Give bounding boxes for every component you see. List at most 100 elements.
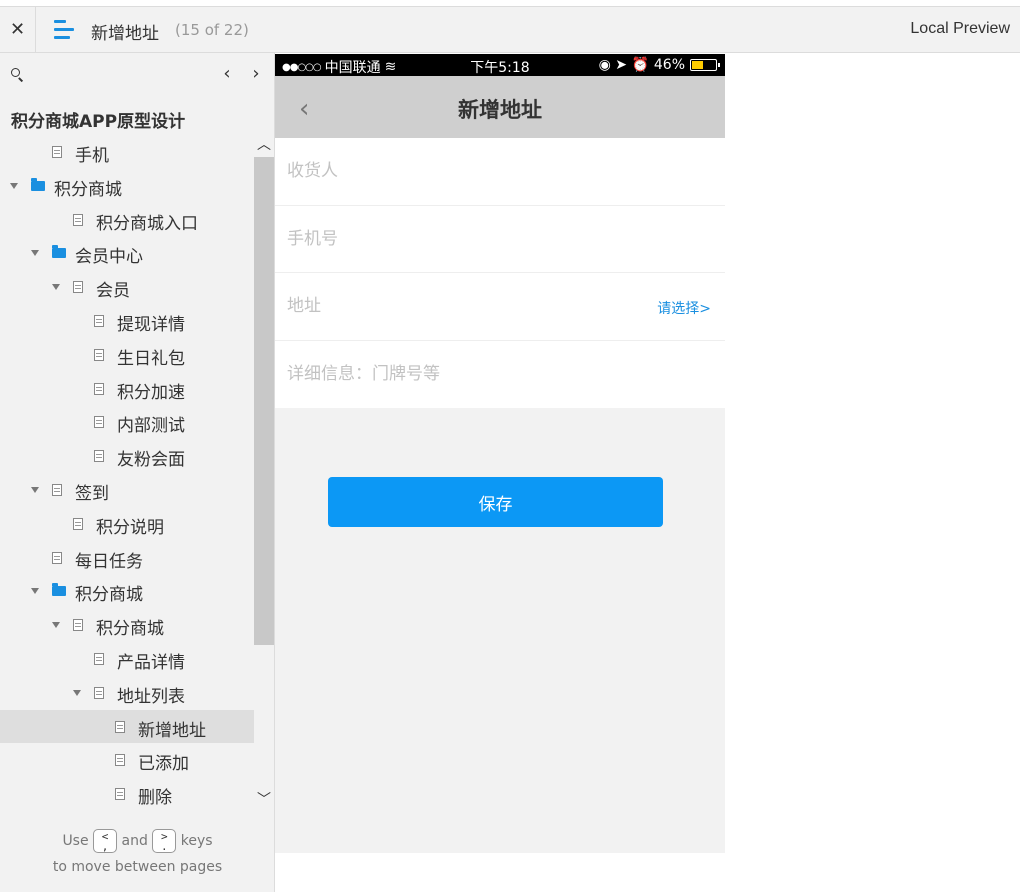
page-icon xyxy=(94,314,104,327)
page-icon xyxy=(115,754,125,767)
caret-down-icon[interactable] xyxy=(31,486,39,493)
sidebar-tree-item[interactable]: 已添加 xyxy=(0,743,254,777)
tree-item-label: 新增地址 xyxy=(138,720,206,741)
phone-input[interactable] xyxy=(275,205,725,272)
address-form: 请选择> xyxy=(275,138,725,408)
next-page-button[interactable]: › xyxy=(248,63,264,84)
page-icon xyxy=(94,382,104,395)
tree-item-label: 产品详情 xyxy=(117,652,185,673)
screen-title: 新增地址 xyxy=(458,98,542,122)
sidebar-scrollbar[interactable]: ︿ ﹀ xyxy=(254,135,274,813)
page-icon xyxy=(94,348,104,361)
caret-down-icon[interactable] xyxy=(52,284,60,291)
scroll-thumb[interactable] xyxy=(254,157,274,645)
close-icon: ✕ xyxy=(9,19,26,40)
sidebar-tree-item[interactable]: 提现详情 xyxy=(0,304,254,338)
save-button[interactable]: 保存 xyxy=(328,477,663,527)
page-icon xyxy=(115,788,125,801)
caret-down-icon[interactable] xyxy=(10,182,18,189)
caret-down-icon[interactable] xyxy=(31,250,39,257)
status-icons: ◉ ➤ ⏰ xyxy=(598,57,649,73)
prev-page-button[interactable]: ‹ xyxy=(219,63,235,84)
detail-row xyxy=(275,340,725,408)
local-preview-label: Local Preview xyxy=(910,20,1010,37)
page-count: (15 of 22) xyxy=(175,21,249,39)
hint-use: Use xyxy=(62,833,89,849)
sidebar-tree-item[interactable]: 内部测试 xyxy=(0,405,254,439)
sidebar-tree-item[interactable]: 积分商城 xyxy=(0,574,254,608)
sidebar-tree-item[interactable]: 积分商城 xyxy=(0,169,254,203)
tree-item-label: 手机 xyxy=(75,146,109,166)
tree-item-label: 生日礼包 xyxy=(117,348,185,369)
sidebar-tree-item[interactable]: 签到 xyxy=(0,473,254,507)
sidebar-tree-item[interactable]: 积分商城入口 xyxy=(0,203,254,237)
page-icon xyxy=(73,619,83,632)
sidebar-tree-item[interactable]: 删除 xyxy=(0,777,254,811)
sidebar-tree-item[interactable]: 积分商城 xyxy=(0,608,254,642)
sidebar-tree-item[interactable]: 积分加速 xyxy=(0,372,254,406)
caret-down-icon[interactable] xyxy=(31,588,39,595)
scroll-up-icon[interactable]: ︿ xyxy=(254,135,274,155)
tree-item-label: 会员中心 xyxy=(75,247,143,268)
page-icon xyxy=(94,686,104,699)
page-icon xyxy=(115,720,125,733)
tree-item-label: 内部测试 xyxy=(117,416,185,437)
page-icon xyxy=(94,450,104,463)
sidebar-tree-item[interactable]: 新增地址 xyxy=(0,709,254,744)
select-region-link[interactable]: 请选择> xyxy=(657,298,711,318)
address-row: 请选择> xyxy=(275,273,725,341)
tree-item-label: 签到 xyxy=(75,483,109,504)
close-button[interactable]: ✕ xyxy=(0,7,36,52)
page-icon xyxy=(73,517,83,530)
hint-keys: keys xyxy=(180,833,213,849)
tree-item-label: 积分商城入口 xyxy=(96,213,198,234)
top-bar: ✕ 新增地址 (15 of 22) Local Preview xyxy=(0,6,1020,53)
hint-line2: to move between pages xyxy=(52,859,223,875)
detail-input[interactable] xyxy=(275,340,725,408)
page-icon xyxy=(52,551,62,564)
phone-preview: ●●○○○ 中国联通 ≋ 下午5:18 ◉ ➤ ⏰ 46% ‹ 新增地址 请选择… xyxy=(275,54,725,853)
page-icon xyxy=(52,146,62,158)
tree-item-label: 友粉会面 xyxy=(117,450,185,471)
tree-item-label: 积分商城 xyxy=(96,619,164,640)
caret-down-icon[interactable] xyxy=(73,689,81,696)
sitemap-sidebar: ‹ › 积分商城APP原型设计 手机 积分商城 积分商城入口 会员中心 会员 提现详情 生日… xyxy=(0,53,275,892)
recipient-row xyxy=(275,138,725,206)
sidebar-tree-item[interactable]: 每日任务 xyxy=(0,541,254,575)
tree-item-label: 每日任务 xyxy=(75,551,143,572)
scroll-down-icon[interactable]: ﹀ xyxy=(254,790,274,810)
sidebar-tree-item[interactable]: 友粉会面 xyxy=(0,439,254,473)
tree-item-label: 积分商城 xyxy=(54,179,122,200)
tree-item-label: 积分说明 xyxy=(96,517,164,538)
folder-icon xyxy=(31,177,45,191)
tree-item-label: 已添加 xyxy=(138,754,189,775)
recipient-input[interactable] xyxy=(275,138,725,205)
sidebar-tree-item[interactable]: 生日礼包 xyxy=(0,338,254,372)
page-icon xyxy=(73,281,83,294)
page-icon xyxy=(52,483,62,496)
comma-key: <, xyxy=(93,829,118,853)
folder-icon xyxy=(52,583,66,597)
battery-icon xyxy=(690,59,720,71)
caret-down-icon[interactable] xyxy=(52,622,60,629)
hint-and: and xyxy=(121,833,148,849)
sidebar-tree-item[interactable]: 积分说明 xyxy=(0,507,254,541)
sidebar-tree-item[interactable]: 地址列表 xyxy=(0,676,254,710)
search-icon[interactable] xyxy=(10,67,26,83)
period-key: >. xyxy=(152,829,177,853)
tree-item-label: 积分加速 xyxy=(117,382,185,403)
sitemap-tree: 手机 积分商城 积分商城入口 会员中心 会员 提现详情 生日礼包 积分加速 内部测试 友粉会面 签到… xyxy=(0,135,254,811)
folder-icon xyxy=(52,245,66,259)
sidebar-tree-item[interactable]: 会员 xyxy=(0,270,254,304)
sidebar-tree-item[interactable]: 会员中心 xyxy=(0,236,254,270)
sidebar-tree-item[interactable]: 产品详情 xyxy=(0,642,254,676)
page-icon xyxy=(94,416,104,429)
sitemap-menu-icon[interactable] xyxy=(44,7,84,52)
tree-item-label: 删除 xyxy=(138,788,172,809)
phone-row xyxy=(275,205,725,273)
app-navbar: ‹ 新增地址 xyxy=(275,76,725,138)
sidebar-tree-item[interactable]: 手机 xyxy=(0,135,254,169)
status-bar: ●●○○○ 中国联通 ≋ 下午5:18 ◉ ➤ ⏰ 46% xyxy=(275,54,725,76)
tree-item-label: 积分商城 xyxy=(75,585,143,606)
page-icon xyxy=(73,213,83,226)
